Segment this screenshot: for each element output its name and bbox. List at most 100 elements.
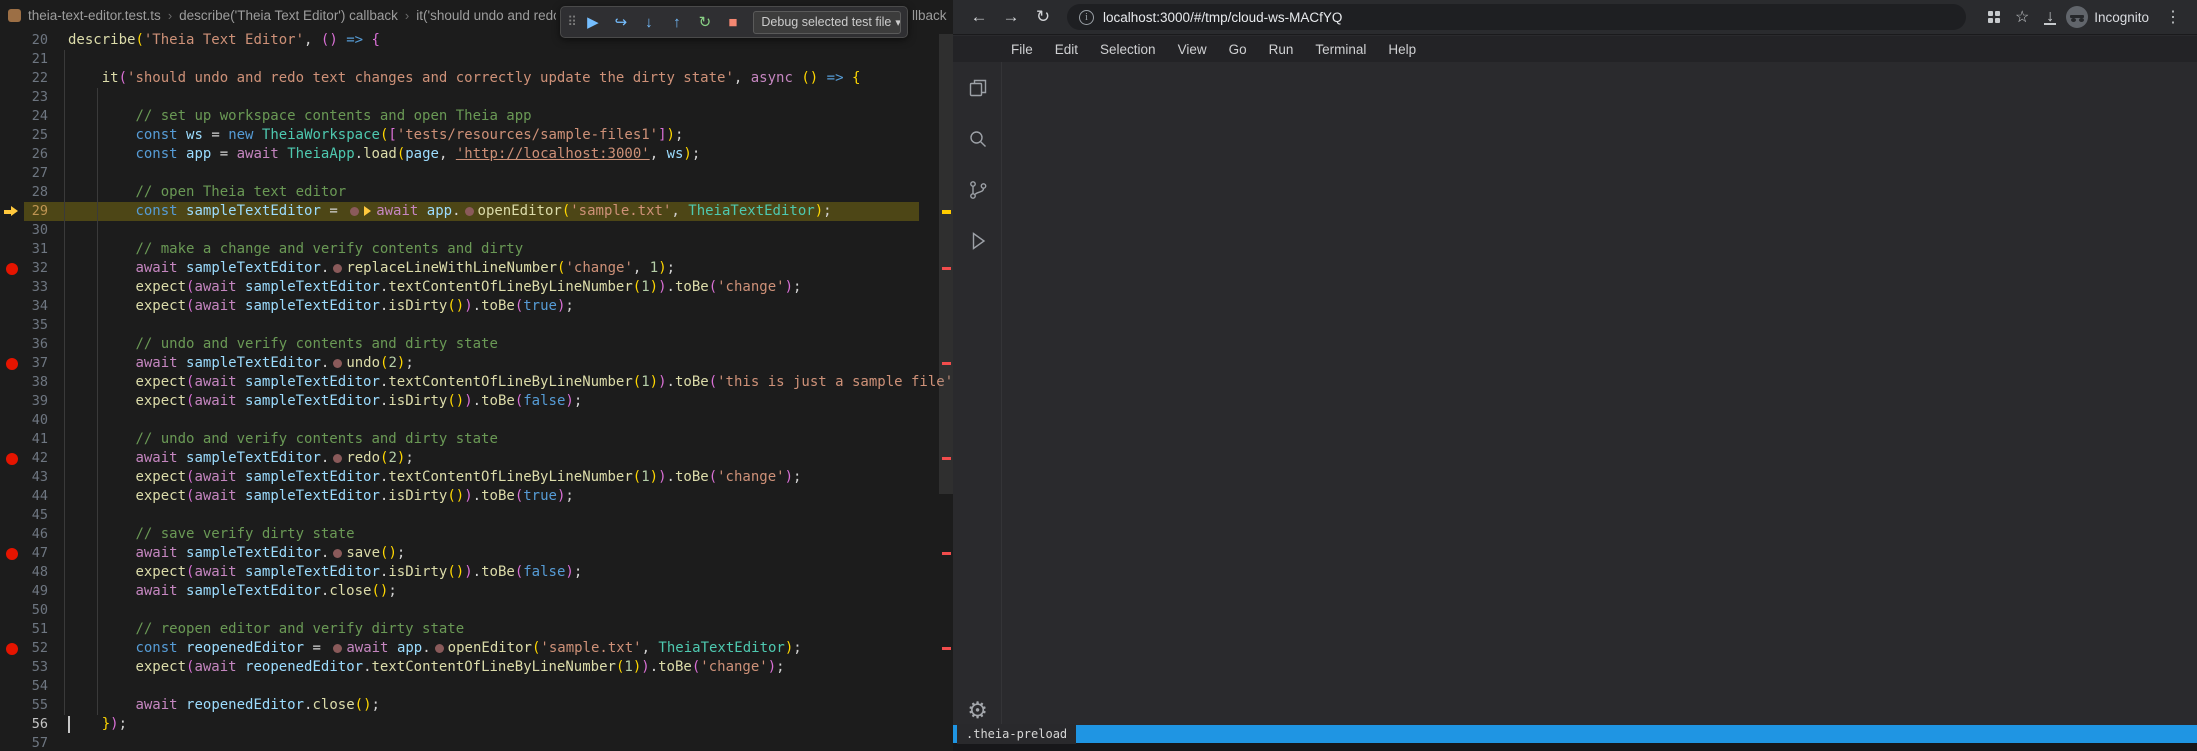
code-line-43[interactable]: 43 expect(await sampleTextEditor.textCon…: [0, 468, 953, 487]
gutter-margin[interactable]: [0, 107, 26, 126]
restart-button[interactable]: ↻: [692, 10, 717, 35]
gutter-margin[interactable]: [0, 202, 26, 221]
code-line-33[interactable]: 33 expect(await sampleTextEditor.textCon…: [0, 278, 953, 297]
breakpoint-dot[interactable]: [6, 643, 18, 655]
address-bar[interactable]: i localhost:3000/#/tmp/cloud-ws-MACfYQ: [1067, 4, 1966, 30]
code-editor[interactable]: 20describe('Theia Text Editor', () => {2…: [0, 31, 953, 751]
code-line-39[interactable]: 39 expect(await sampleTextEditor.isDirty…: [0, 392, 953, 411]
gutter-margin[interactable]: [0, 221, 26, 240]
debug-icon[interactable]: [953, 215, 1002, 266]
breadcrumb-it[interactable]: it('should undo and redo text changes an…: [416, 8, 556, 23]
incognito-avatar[interactable]: [2066, 6, 2088, 28]
code-line-49[interactable]: 49 await sampleTextEditor.close();: [0, 582, 953, 601]
gutter-margin[interactable]: [0, 259, 26, 278]
scrollbar-thumb[interactable]: [939, 34, 953, 494]
code-line-21[interactable]: 21: [0, 50, 953, 69]
menu-go[interactable]: Go: [1218, 36, 1258, 62]
reload-button[interactable]: ↻: [1027, 3, 1059, 31]
code-line-44[interactable]: 44 expect(await sampleTextEditor.isDirty…: [0, 487, 953, 506]
gutter-margin[interactable]: [0, 487, 26, 506]
code-line-28[interactable]: 28 // open Theia text editor: [0, 183, 953, 202]
gutter-margin[interactable]: [0, 544, 26, 563]
code-line-41[interactable]: 41 // undo and verify contents and dirty…: [0, 430, 953, 449]
code-line-37[interactable]: 37 await sampleTextEditor.undo(2);: [0, 354, 953, 373]
debug-config-dropdown[interactable]: Debug selected test file ▾: [753, 11, 901, 34]
step-into-button[interactable]: ↓: [636, 10, 661, 35]
gutter-margin[interactable]: [0, 411, 26, 430]
gutter-margin[interactable]: [0, 297, 26, 316]
code-line-23[interactable]: 23: [0, 88, 953, 107]
code-line-27[interactable]: 27: [0, 164, 953, 183]
code-line-45[interactable]: 45: [0, 506, 953, 525]
gutter-margin[interactable]: [0, 50, 26, 69]
step-over-button[interactable]: ↪: [608, 10, 633, 35]
explorer-files-icon[interactable]: [953, 62, 1002, 113]
drag-handle-icon[interactable]: ⠿: [567, 14, 577, 30]
code-line-56[interactable]: 56 });: [0, 715, 953, 734]
breadcrumb-describe[interactable]: describe('Theia Text Editor') callback: [179, 8, 398, 23]
gutter-margin[interactable]: [0, 639, 26, 658]
breakpoint-dot[interactable]: [6, 548, 18, 560]
gutter-margin[interactable]: [0, 430, 26, 449]
overview-ruler-scrollbar[interactable]: [939, 0, 953, 751]
code-line-36[interactable]: 36 // undo and verify contents and dirty…: [0, 335, 953, 354]
gutter-margin[interactable]: [0, 31, 26, 50]
code-line-38[interactable]: 38 expect(await sampleTextEditor.textCon…: [0, 373, 953, 392]
code-line-53[interactable]: 53 expect(await reopenedEditor.textConte…: [0, 658, 953, 677]
gutter-margin[interactable]: [0, 563, 26, 582]
gutter-margin[interactable]: [0, 734, 26, 751]
gutter-margin[interactable]: [0, 69, 26, 88]
menu-file[interactable]: File: [1000, 36, 1044, 62]
code-line-50[interactable]: 50: [0, 601, 953, 620]
gutter-margin[interactable]: [0, 506, 26, 525]
gutter-margin[interactable]: [0, 354, 26, 373]
menu-selection[interactable]: Selection: [1089, 36, 1167, 62]
gutter-margin[interactable]: [0, 126, 26, 145]
code-line-29[interactable]: 29 const sampleTextEditor = await app.op…: [0, 202, 953, 221]
gutter-margin[interactable]: [0, 601, 26, 620]
step-out-button[interactable]: ↑: [664, 10, 689, 35]
gutter-margin[interactable]: [0, 696, 26, 715]
gutter-margin[interactable]: [0, 240, 26, 259]
gutter-margin[interactable]: [0, 449, 26, 468]
settings-gear-icon[interactable]: ⚙: [953, 695, 1002, 725]
gutter-margin[interactable]: [0, 335, 26, 354]
code-line-26[interactable]: 26 const app = await TheiaApp.load(page,…: [0, 145, 953, 164]
downloads-icon[interactable]: ↓: [2036, 3, 2064, 31]
gutter-margin[interactable]: [0, 715, 26, 734]
gutter-margin[interactable]: [0, 392, 26, 411]
source-control-icon[interactable]: [953, 164, 1002, 215]
stop-button[interactable]: ■: [720, 10, 745, 35]
browser-menu-icon[interactable]: ⋮: [2159, 3, 2187, 31]
code-line-47[interactable]: 47 await sampleTextEditor.save();: [0, 544, 953, 563]
gutter-margin[interactable]: [0, 373, 26, 392]
gutter-margin[interactable]: [0, 468, 26, 487]
menu-help[interactable]: Help: [1377, 36, 1427, 62]
menu-run[interactable]: Run: [1258, 36, 1305, 62]
breadcrumb-file[interactable]: theia-text-editor.test.ts: [28, 8, 161, 23]
code-line-46[interactable]: 46 // save verify dirty state: [0, 525, 953, 544]
search-icon[interactable]: [953, 113, 1002, 164]
gutter-margin[interactable]: [0, 145, 26, 164]
code-line-48[interactable]: 48 expect(await sampleTextEditor.isDirty…: [0, 563, 953, 582]
site-info-icon[interactable]: i: [1079, 10, 1094, 25]
gutter-margin[interactable]: [0, 677, 26, 696]
code-line-52[interactable]: 52 const reopenedEditor = await app.open…: [0, 639, 953, 658]
gutter-margin[interactable]: [0, 278, 26, 297]
code-line-42[interactable]: 42 await sampleTextEditor.redo(2);: [0, 449, 953, 468]
continue-button[interactable]: ▶: [580, 10, 605, 35]
gutter-margin[interactable]: [0, 88, 26, 107]
code-line-57[interactable]: 57: [0, 734, 953, 751]
gutter-margin[interactable]: [0, 183, 26, 202]
code-line-25[interactable]: 25 const ws = new TheiaWorkspace(['tests…: [0, 126, 953, 145]
breakpoint-dot[interactable]: [6, 263, 18, 275]
gutter-margin[interactable]: [0, 582, 26, 601]
code-line-22[interactable]: 22 it('should undo and redo text changes…: [0, 69, 953, 88]
code-line-24[interactable]: 24 // set up workspace contents and open…: [0, 107, 953, 126]
code-line-34[interactable]: 34 expect(await sampleTextEditor.isDirty…: [0, 297, 953, 316]
forward-button[interactable]: →: [995, 3, 1027, 31]
code-line-40[interactable]: 40: [0, 411, 953, 430]
code-line-35[interactable]: 35: [0, 316, 953, 335]
gutter-margin[interactable]: [0, 620, 26, 639]
gutter-margin[interactable]: [0, 316, 26, 335]
